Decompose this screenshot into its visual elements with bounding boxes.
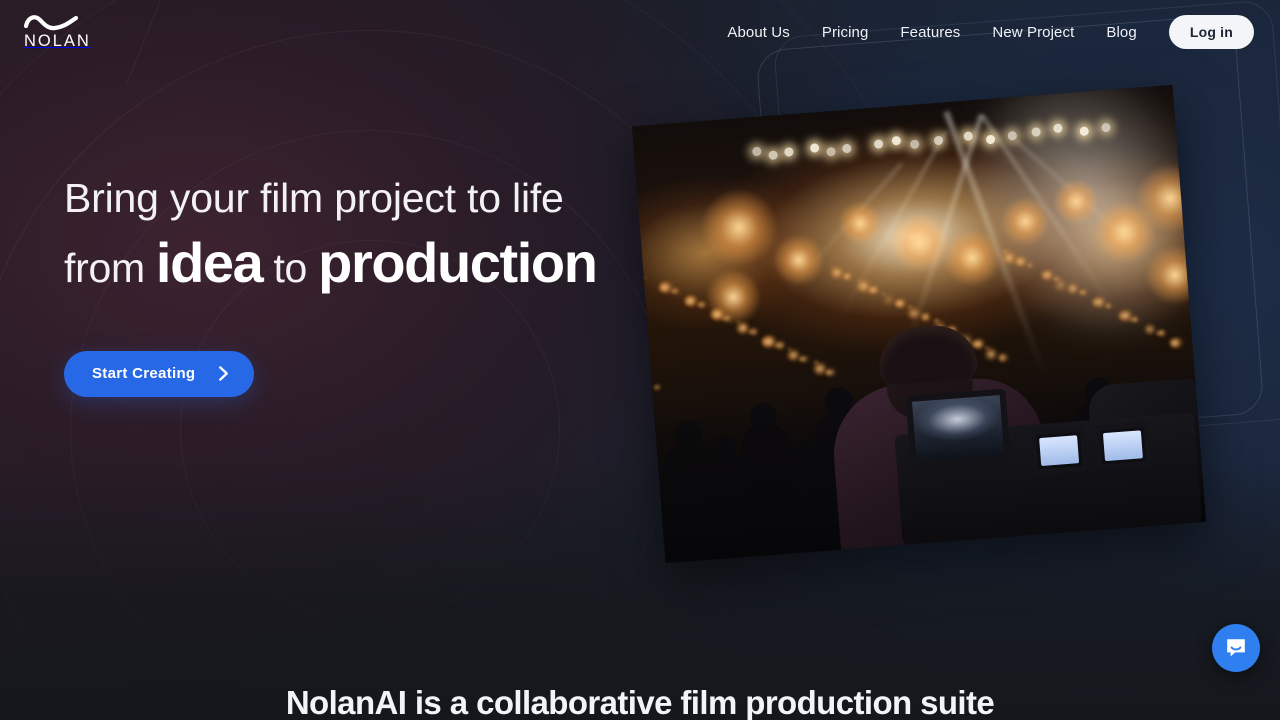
start-creating-label: Start Creating: [92, 365, 196, 383]
nav-item-features[interactable]: Features: [884, 19, 976, 46]
hero-word-production: production: [318, 230, 598, 294]
nav-item-pricing[interactable]: Pricing: [806, 19, 885, 46]
hero-word-from: from: [64, 244, 145, 291]
hero-headline-line1: Bring your film project to life: [64, 175, 564, 221]
hero-headline-line2: from idea to production: [64, 230, 598, 294]
section-heading: NolanAI is a collaborative film producti…: [285, 684, 995, 720]
landing-page: NOLAN About Us Pricing Features New Proj…: [0, 0, 1280, 720]
wave-squiggle-icon: [24, 15, 79, 31]
site-header: NOLAN About Us Pricing Features New Proj…: [0, 0, 1280, 64]
hero-word-idea: idea: [155, 230, 264, 294]
brand-name: NOLAN: [24, 32, 91, 51]
main-navigation: About Us Pricing Features New Project Bl…: [711, 15, 1254, 49]
chat-launcher-button[interactable]: [1212, 624, 1260, 672]
nav-item-about-us[interactable]: About Us: [711, 19, 806, 46]
chevron-right-icon: [219, 366, 229, 381]
chat-bubble-icon: [1227, 639, 1245, 657]
login-button[interactable]: Log in: [1168, 15, 1254, 49]
nav-item-blog[interactable]: Blog: [1090, 19, 1152, 46]
start-creating-button[interactable]: Start Creating: [64, 350, 255, 397]
brand-logo[interactable]: NOLAN: [24, 14, 91, 50]
hairline-decoration-bottom-right: [621, 626, 1039, 671]
hero-artwork: [614, 57, 1227, 595]
nav-item-new-project[interactable]: New Project: [976, 19, 1090, 46]
hero-copy: Bring your film project to life from ide…: [64, 175, 598, 397]
artwork-image: [631, 84, 1207, 564]
hero-word-to: to: [273, 244, 308, 291]
